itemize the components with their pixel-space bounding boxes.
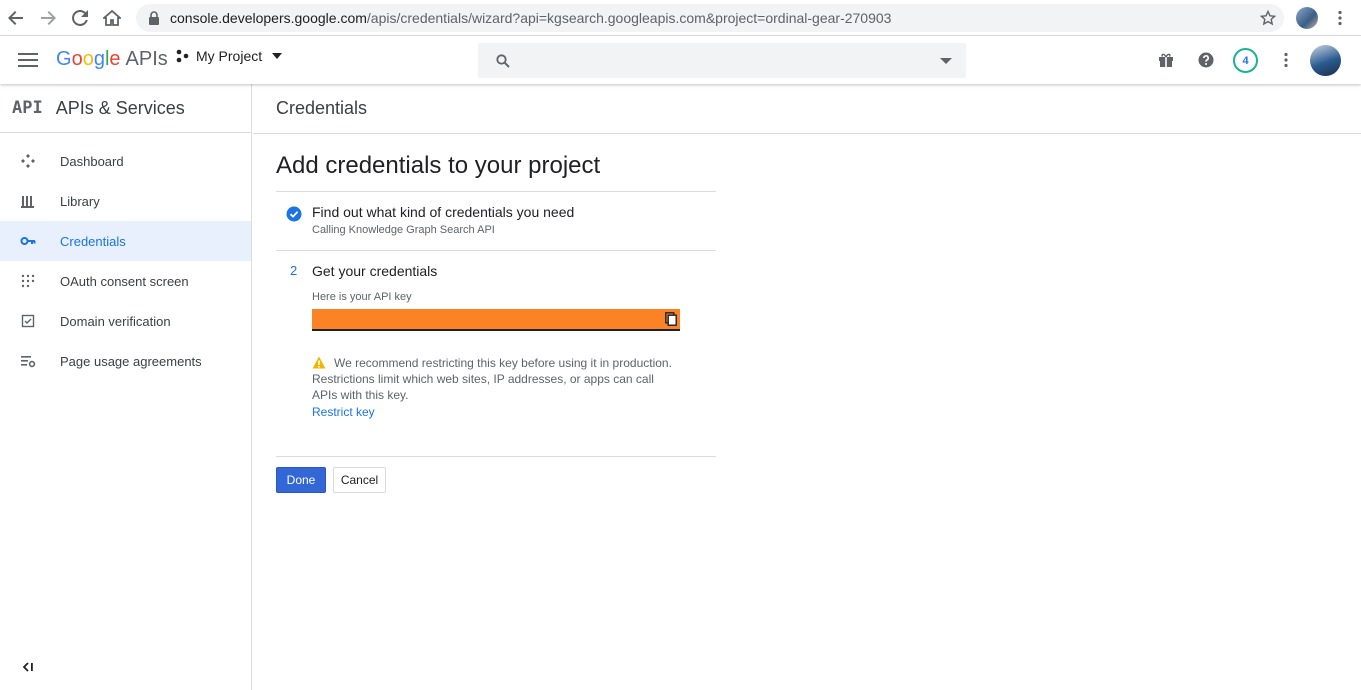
library-icon <box>20 193 36 209</box>
page-header: Credentials <box>253 84 1361 134</box>
checkbox-icon <box>20 313 36 329</box>
browser-toolbar: console.developers.google.com/apis/crede… <box>0 0 1361 36</box>
wizard-actions: Done Cancel <box>276 467 716 493</box>
step-2-number: 2 <box>290 263 298 278</box>
sidebar-item-label: Credentials <box>60 233 126 249</box>
sidebar-title: APIs & Services <box>55 97 185 118</box>
google-apis-logo[interactable]: Google APIs <box>56 48 168 71</box>
cancel-button[interactable]: Cancel <box>333 467 386 493</box>
key-icon <box>20 233 36 249</box>
sidebar-item-credentials[interactable]: Credentials <box>0 221 251 261</box>
collapse-sidebar-icon[interactable] <box>20 660 34 674</box>
reload-icon[interactable] <box>64 0 96 36</box>
wizard-heading: Add credentials to your project <box>276 152 601 179</box>
chrome-menu-icon[interactable] <box>1332 10 1348 26</box>
warning-line-3: APIs with this key. <box>312 388 409 402</box>
sidebar-header: API APIs & Services <box>0 84 251 133</box>
settings-list-icon <box>20 353 36 369</box>
divider <box>276 456 716 457</box>
credentials-wizard: Add credentials to your project Find out… <box>276 134 716 493</box>
done-button[interactable]: Done <box>276 467 326 493</box>
hamburger-menu-icon[interactable] <box>18 51 38 69</box>
step-2-title: Get your credentials <box>312 263 438 279</box>
warning-line-1: We recommend restricting this key before… <box>334 356 672 370</box>
sidebar-item-dashboard[interactable]: Dashboard <box>0 141 251 181</box>
lock-icon <box>149 11 159 25</box>
console-header: Google APIs My Project 4 <box>0 36 1361 84</box>
help-icon[interactable] <box>1198 52 1214 68</box>
warning-line-2: Restrictions limit which web sites, IP a… <box>312 372 654 386</box>
sidebar-item-domain-verification[interactable]: Domain verification <box>0 301 251 341</box>
sidebar-item-label: Dashboard <box>60 153 124 169</box>
page-title: Credentials <box>276 98 368 118</box>
main-content: Credentials Add credentials to your proj… <box>253 84 1361 690</box>
account-avatar[interactable] <box>1310 45 1341 76</box>
project-name: My Project <box>196 48 263 64</box>
warning-icon <box>312 356 326 369</box>
chrome-profile-avatar[interactable] <box>1296 7 1318 29</box>
copy-icon[interactable] <box>665 312 677 326</box>
step-1-subtitle: Calling Knowledge Graph Search API <box>312 224 495 236</box>
search-input[interactable] <box>522 49 922 73</box>
sidebar: API APIs & Services Dashboard Library Cr… <box>0 84 252 690</box>
more-vert-icon[interactable] <box>1278 52 1294 68</box>
home-icon[interactable] <box>96 0 128 36</box>
wizard-step-2: 2 Get your credentials Here is your API … <box>276 251 716 420</box>
sidebar-item-label: OAuth consent screen <box>60 273 189 289</box>
logo-google: Google <box>56 48 121 70</box>
forward-icon[interactable] <box>32 0 64 36</box>
wizard-step-1: Find out what kind of credentials you ne… <box>276 192 716 250</box>
sidebar-item-label: Domain verification <box>60 313 171 329</box>
bookmark-star-icon[interactable] <box>1260 10 1276 26</box>
sidebar-item-label: Page usage agreements <box>60 353 202 369</box>
sidebar-item-page-usage-agreements[interactable]: Page usage agreements <box>0 341 251 381</box>
sidebar-item-label: Library <box>60 193 100 209</box>
api-key-label: Here is your API key <box>312 291 412 303</box>
search-icon <box>496 54 510 68</box>
back-icon[interactable] <box>0 0 32 36</box>
oauth-icon <box>20 273 36 289</box>
search-bar <box>478 43 966 78</box>
project-dots-icon <box>176 49 189 63</box>
step-1-title: Find out what kind of credentials you ne… <box>312 204 575 220</box>
sidebar-nav: Dashboard Library Credentials OAuth cons… <box>0 141 251 381</box>
chevron-down-icon <box>272 53 283 59</box>
check-circle-icon <box>286 206 302 222</box>
restrict-key-link[interactable]: Restrict key <box>312 404 672 420</box>
api-logo: API <box>12 98 43 118</box>
address-bar[interactable]: console.developers.google.com/apis/crede… <box>136 4 1284 32</box>
restriction-warning: We recommend restricting this key before… <box>312 355 680 420</box>
api-key-field[interactable] <box>312 309 680 331</box>
dashboard-icon <box>20 153 36 169</box>
sidebar-item-library[interactable]: Library <box>0 181 251 221</box>
sidebar-item-oauth-consent-screen[interactable]: OAuth consent screen <box>0 261 251 301</box>
project-selector[interactable]: My Project <box>175 48 283 64</box>
gift-icon[interactable] <box>1158 52 1174 68</box>
url-text: console.developers.google.com/apis/crede… <box>170 10 892 26</box>
search-dropdown-icon[interactable] <box>940 58 952 64</box>
notification-badge[interactable]: 4 <box>1233 48 1258 73</box>
